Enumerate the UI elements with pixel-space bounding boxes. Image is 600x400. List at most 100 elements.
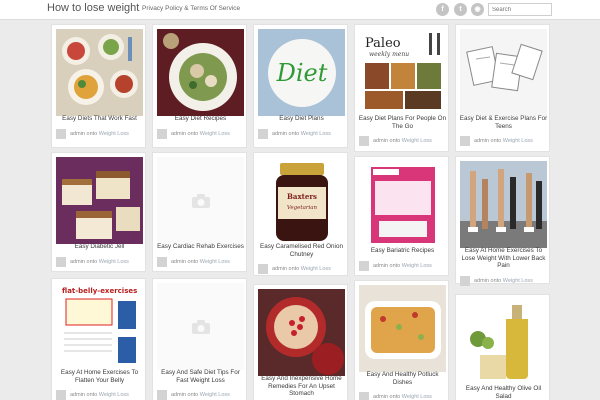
post-title[interactable]: Easy Caramelised Red Onion Chutney xyxy=(257,243,346,258)
post-byline: admin onto Weight Loss xyxy=(171,131,230,137)
author-link[interactable]: admin xyxy=(373,263,388,269)
post-card[interactable]: Easy And Inexpensive Home Remedies For A… xyxy=(253,284,348,400)
category-link[interactable]: Weight Loss xyxy=(402,394,432,400)
post-title[interactable]: Easy Diets That Work Fast xyxy=(55,115,144,123)
post-thumbnail[interactable]: flat-belly-exercises xyxy=(56,283,143,370)
post-thumbnail[interactable] xyxy=(359,161,446,248)
post-thumbnail[interactable] xyxy=(460,299,547,386)
post-title[interactable]: Easy Diet Recipes xyxy=(156,115,245,123)
post-byline: admin onto Weight Loss xyxy=(474,138,533,144)
category-link[interactable]: Weight Loss xyxy=(402,263,432,269)
post-thumbnail[interactable]: Baxters Vegetarian xyxy=(258,157,345,244)
post-meta: admin onto Weight Loss xyxy=(56,128,144,139)
post-thumbnail[interactable] xyxy=(56,157,143,244)
post-title[interactable]: Easy Diabetic Jell xyxy=(55,243,144,251)
post-card[interactable]: Easy At Home Exercises To Lose Weight Wi… xyxy=(455,156,550,286)
avatar xyxy=(460,136,470,146)
svg-text:Baxters: Baxters xyxy=(287,192,317,201)
category-link[interactable]: Weight Loss xyxy=(301,131,331,137)
avatar xyxy=(157,256,167,267)
category-link[interactable]: Weight Loss xyxy=(99,392,129,398)
post-meta: admin onto Weight Loss xyxy=(56,390,144,400)
category-link[interactable]: Weight Loss xyxy=(99,259,129,265)
post-thumbnail[interactable] xyxy=(460,29,547,116)
post-title[interactable]: Easy Diet Plans xyxy=(257,115,346,123)
category-link[interactable]: Weight Loss xyxy=(200,259,230,265)
post-title[interactable]: Easy And Healthy Olive Oil Salad xyxy=(459,385,548,400)
svg-text:Paleo: Paleo xyxy=(365,36,401,51)
category-link[interactable]: Weight Loss xyxy=(99,131,129,137)
author-link[interactable]: admin xyxy=(171,259,186,265)
author-link[interactable]: admin xyxy=(373,394,388,400)
post-thumbnail[interactable] xyxy=(157,157,244,244)
post-card[interactable]: Easy And Safe Diet Tips For Fast Weight … xyxy=(152,278,247,400)
post-thumbnail[interactable]: Diet xyxy=(258,29,345,116)
author-link[interactable]: admin xyxy=(171,131,186,137)
search-input[interactable] xyxy=(488,3,552,16)
post-thumbnail[interactable] xyxy=(460,161,547,248)
post-card[interactable]: Easy Diabetic Jell admin onto Weight Loss xyxy=(51,152,146,272)
byline-prep: onto xyxy=(389,138,401,144)
post-title[interactable]: Easy Bariatric Recipes xyxy=(358,247,447,255)
post-meta: admin onto Weight Loss xyxy=(460,136,548,146)
post-thumbnail[interactable] xyxy=(359,285,446,372)
author-link[interactable]: admin xyxy=(272,266,287,272)
author-link[interactable]: admin xyxy=(171,392,186,398)
avatar xyxy=(157,128,167,139)
post-title[interactable]: Easy And Healthy Potluck Dishes xyxy=(358,371,447,386)
byline-prep: onto xyxy=(490,277,502,284)
facebook-icon[interactable]: f xyxy=(436,3,449,16)
author-link[interactable]: admin xyxy=(272,131,287,137)
post-thumbnail[interactable] xyxy=(157,283,244,370)
post-title[interactable]: Easy And Inexpensive Home Remedies For A… xyxy=(257,375,346,398)
post-card[interactable]: Easy And Healthy Potluck Dishes admin ont… xyxy=(354,280,449,400)
category-link[interactable]: Weight Loss xyxy=(503,278,533,284)
post-thumbnail[interactable] xyxy=(56,29,143,116)
avatar xyxy=(56,256,66,267)
author-link[interactable]: admin xyxy=(474,278,489,284)
post-card[interactable]: Easy And Healthy Olive Oil Saladadmin on… xyxy=(455,294,550,400)
post-card[interactable]: Easy Bariatric Recipes admin onto Weight … xyxy=(354,156,449,276)
avatar xyxy=(157,390,167,400)
post-card[interactable]: Easy Diets That Work Fast admin onto Weig… xyxy=(51,24,146,148)
privacy-policy-link[interactable]: Privacy Policy & Terms Of Service xyxy=(142,5,240,12)
post-card[interactable]: flat-belly-exercises Easy At Home Exerci… xyxy=(51,278,146,400)
post-title[interactable]: Easy Cardiac Rehab Exercises xyxy=(156,243,245,251)
category-link[interactable]: Weight Loss xyxy=(200,392,230,398)
author-link[interactable]: admin xyxy=(70,131,85,137)
post-title[interactable]: Easy And Safe Diet Tips For Fast Weight … xyxy=(156,369,245,384)
author-link[interactable]: admin xyxy=(474,138,489,144)
site-title[interactable]: How to lose weight xyxy=(47,2,139,14)
avatar xyxy=(56,390,66,400)
category-link[interactable]: Weight Loss xyxy=(402,138,432,144)
category-link[interactable]: Weight Loss xyxy=(200,131,230,137)
post-title[interactable]: Easy Diet & Exercise Plans For Teens xyxy=(459,115,548,130)
byline-prep: onto xyxy=(389,394,401,400)
byline-prep: onto xyxy=(187,130,199,137)
author-link[interactable]: admin xyxy=(373,138,388,144)
post-card[interactable]: Easy Diet Recipes admin onto Weight Loss xyxy=(152,24,247,148)
post-byline: admin onto Weight Loss xyxy=(171,392,230,398)
post-title[interactable]: Easy At Home Exercises To Flatten Your B… xyxy=(55,369,144,384)
twitter-icon[interactable]: t xyxy=(454,3,467,16)
post-title[interactable]: Easy At Home Exercises To Lose Weight Wi… xyxy=(459,247,548,270)
post-card[interactable]: Paleo weekly menu Easy Diet Plans For Pe… xyxy=(354,24,449,152)
category-link[interactable]: Weight Loss xyxy=(503,138,533,144)
post-title[interactable]: Easy Diet Plans For People On The Go xyxy=(358,115,447,130)
post-thumbnail[interactable]: Paleo weekly menu xyxy=(359,29,446,116)
byline-prep: onto xyxy=(187,258,199,265)
post-byline: admin onto Weight Loss xyxy=(373,138,432,144)
post-card[interactable]: Diet Easy Diet Plans admin onto Weight Los… xyxy=(253,24,348,148)
author-link[interactable]: admin xyxy=(70,259,85,265)
category-link[interactable]: Weight Loss xyxy=(301,266,331,272)
post-card[interactable]: Baxters Vegetarian Easy Caramelised Red O… xyxy=(253,152,348,276)
svg-text:Vegetarian: Vegetarian xyxy=(287,205,318,211)
post-card[interactable]: Easy Diet & Exercise Plans For Teens admi… xyxy=(455,24,550,152)
post-thumbnail[interactable] xyxy=(157,29,244,116)
post-meta: admin onto Weight Loss xyxy=(258,128,346,139)
author-link[interactable]: admin xyxy=(70,392,85,398)
rss-icon[interactable]: ◉ xyxy=(471,3,484,16)
post-card[interactable]: Easy Cardiac Rehab Exercises admin onto W… xyxy=(152,152,247,272)
post-thumbnail[interactable] xyxy=(258,289,345,376)
post-meta: admin onto Weight Loss xyxy=(56,256,144,267)
